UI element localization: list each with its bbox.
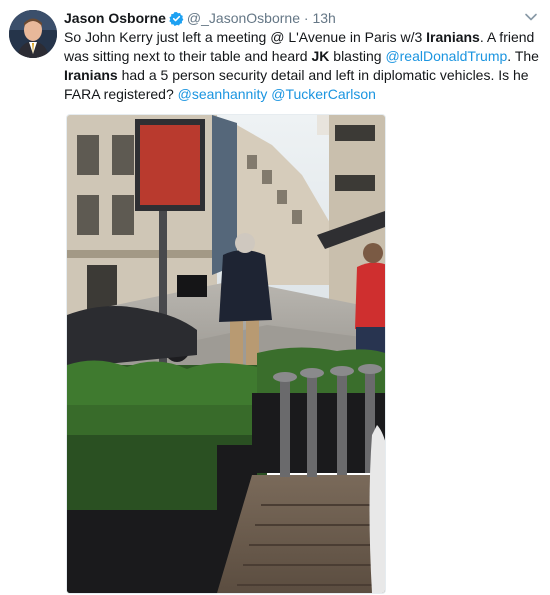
timestamp[interactable]: 13h [312,10,335,26]
author-name[interactable]: Jason Osborne [64,10,166,26]
mention-link-tuckercarlson[interactable]: @TuckerCarlson [271,86,376,102]
tweet-text-part: blasting [329,48,386,64]
street-scene-image [67,115,385,593]
author-handle[interactable]: @_JasonOsborne [187,10,300,26]
mention-link-realdonaldtrump[interactable]: @realDonaldTrump [385,48,507,64]
bold-word: JK [311,48,330,64]
mention-link-seanhannity[interactable]: @seanhannity [178,86,268,102]
avatar[interactable] [9,10,57,58]
bold-word: Iranians [426,29,480,45]
tweet-text-part: . The [507,48,539,64]
tweet-photo[interactable] [66,114,386,594]
bold-word: Iranians [64,67,118,83]
tweet-text-part: So John Kerry just left a meeting @ L'Av… [64,29,427,45]
separator-dot: · [303,10,309,26]
tweet-header: Jason Osborne @_JasonOsborne · 13h [64,8,534,28]
tweet: Jason Osborne @_JasonOsborne · 13h So Joh… [0,0,550,595]
chevron-down-icon[interactable] [524,10,538,24]
tweet-text: So John Kerry just left a meeting @ L'Av… [64,28,542,104]
avatar-image [9,10,57,58]
